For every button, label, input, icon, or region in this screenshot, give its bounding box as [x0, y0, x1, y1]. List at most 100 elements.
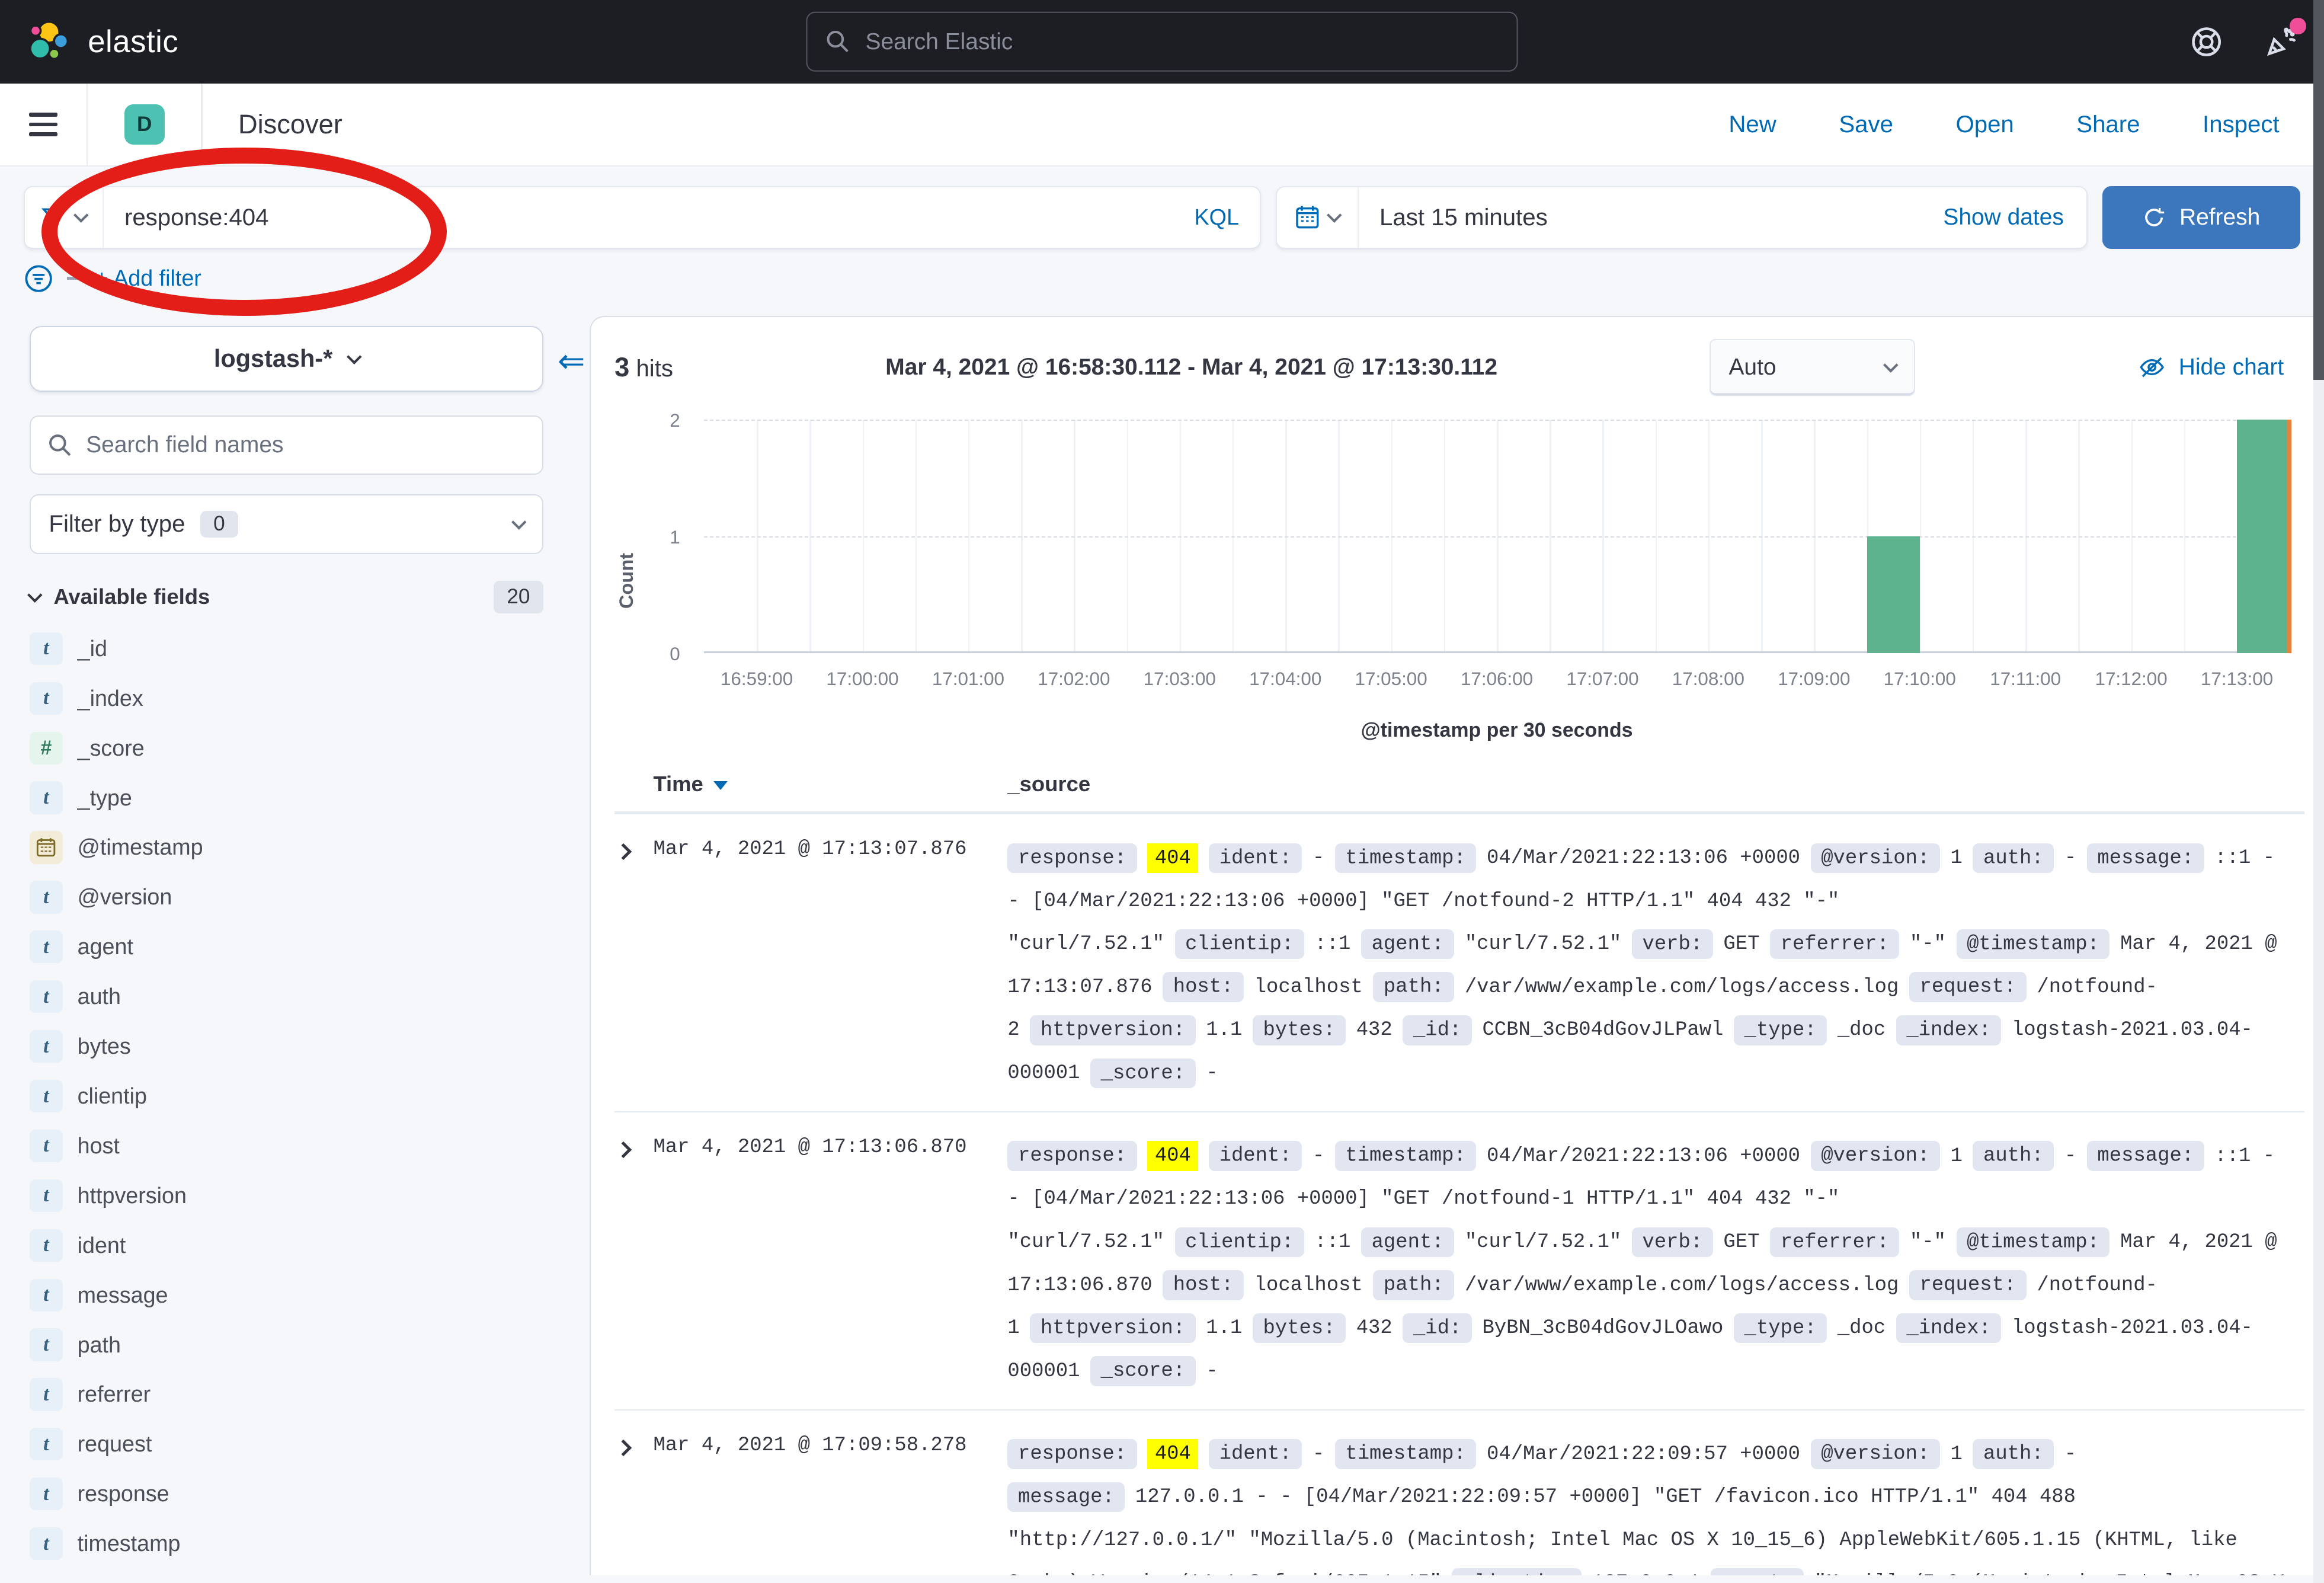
field-value: -	[1313, 1443, 1324, 1466]
kql-language-button[interactable]: KQL	[1195, 204, 1260, 230]
field-item-message[interactable]: t message	[30, 1270, 590, 1320]
field-item-bytes[interactable]: tbytes	[30, 1022, 590, 1072]
new-button[interactable]: New	[1728, 111, 1776, 138]
available-fields-header[interactable]: Available fields 20	[30, 581, 543, 613]
global-search-placeholder: Search Elastic	[865, 28, 1013, 55]
field-token: response:	[1007, 1141, 1137, 1171]
field-item-agent[interactable]: tagent	[30, 922, 590, 972]
table-body: Mar 4, 2021 @ 17:13:07.876response:404id…	[614, 814, 2304, 1575]
field-item-response[interactable]: tresponse	[30, 1469, 590, 1519]
field-value: "-"	[1910, 1231, 1946, 1253]
menu-button[interactable]	[29, 113, 57, 136]
field-token: _type:	[1734, 1313, 1827, 1344]
field-search-input[interactable]: Search field names	[30, 415, 543, 475]
field-token: ident:	[1209, 1141, 1302, 1171]
saved-query-menu-button[interactable]	[25, 187, 104, 248]
field-item-request[interactable]: t request	[30, 1419, 590, 1469]
field-item-ident[interactable]: tident	[30, 1220, 590, 1270]
field-value: ByBN_3cB04dGovJLOawo	[1482, 1317, 1723, 1339]
field-item-_score[interactable]: #_score	[30, 723, 590, 773]
field-item-host[interactable]: thost	[30, 1121, 590, 1171]
help-button[interactable]	[2190, 25, 2223, 58]
time-column-header[interactable]: Time	[653, 772, 1007, 797]
interval-value: Auto	[1728, 354, 1776, 380]
discover-app-badge[interactable]: D	[124, 104, 165, 145]
field-value: 1	[1950, 847, 1962, 869]
app-nav-bar: D Discover New Save Open Share Inspect	[0, 84, 2324, 167]
field-name: request	[78, 1431, 152, 1457]
text-field-icon: t	[30, 632, 62, 665]
field-value: GET	[1723, 933, 1759, 955]
field-value: 432	[1356, 1019, 1393, 1041]
text-field-icon: t	[30, 1428, 62, 1460]
table-row: Mar 4, 2021 @ 17:09:58.278response:404id…	[614, 1411, 2304, 1575]
field-token: @version:	[1811, 1439, 1940, 1469]
field-item-@timestamp[interactable]: @timestamp	[30, 823, 590, 872]
scrollbar-thumb[interactable]	[2313, 0, 2324, 380]
news-button[interactable]	[2265, 25, 2297, 58]
expand-row-icon[interactable]	[615, 1439, 632, 1456]
highlighted-value: 404	[1147, 1439, 1198, 1469]
x-tick: 17:01:00	[932, 669, 1004, 690]
field-token: request:	[1909, 1270, 2027, 1300]
expand-row-icon[interactable]	[615, 843, 632, 860]
open-button[interactable]: Open	[1955, 111, 2014, 138]
field-name: referrer	[78, 1381, 151, 1407]
hide-chart-button[interactable]: Hide chart	[2139, 354, 2284, 380]
interval-select[interactable]: Auto	[1710, 339, 1915, 395]
number-field-icon: #	[30, 732, 62, 765]
filter-by-type-select[interactable]: Filter by type 0	[30, 494, 543, 554]
query-input[interactable]: response:404 KQL	[24, 186, 1261, 249]
date-quick-select-button[interactable]	[1277, 187, 1359, 248]
filter-by-type-count-badge: 0	[200, 511, 239, 538]
histogram-chart[interactable]: Count 012 16:59:0017:00:0017:01:0017:02:…	[614, 420, 2304, 742]
calendar-icon	[1295, 204, 1320, 230]
field-item-httpversion[interactable]: thttpversion	[30, 1171, 590, 1220]
page-scrollbar[interactable]	[2313, 0, 2324, 1583]
field-item-timestamp[interactable]: ttimestamp	[30, 1519, 590, 1569]
field-item-_id[interactable]: t_id	[30, 623, 590, 673]
inspect-button[interactable]: Inspect	[2203, 111, 2280, 138]
field-value: GET	[1723, 1231, 1759, 1253]
field-item-clientip[interactable]: tclientip	[30, 1072, 590, 1121]
filter-separator	[67, 277, 82, 280]
documents-table: Time _source Mar 4, 2021 @ 17:13:07.876r…	[614, 772, 2304, 1575]
field-token: _id:	[1403, 1015, 1472, 1045]
time-range-value[interactable]: Last 15 minutes	[1359, 204, 1568, 231]
expand-row-icon[interactable]	[615, 1141, 632, 1158]
field-item-_type[interactable]: t_type	[30, 773, 590, 823]
row-time: Mar 4, 2021 @ 17:13:06.870	[653, 1135, 1007, 1393]
field-name: message	[78, 1283, 168, 1308]
field-token: httpversion:	[1030, 1313, 1195, 1344]
save-button[interactable]: Save	[1839, 111, 1893, 138]
x-tick: 17:05:00	[1355, 669, 1427, 690]
histogram-bar-17:09:30[interactable]	[1867, 536, 1920, 653]
field-item-auth[interactable]: tauth	[30, 972, 590, 1022]
filter-circle-icon[interactable]	[24, 264, 53, 293]
x-tick: 17:02:00	[1038, 669, 1110, 690]
show-dates-button[interactable]: Show dates	[1943, 204, 2086, 231]
index-pattern-select[interactable]: logstash-*	[30, 326, 543, 392]
field-token: message:	[2087, 1141, 2204, 1171]
refresh-button[interactable]: Refresh	[2102, 186, 2300, 249]
row-time: Mar 4, 2021 @ 17:13:07.876	[653, 837, 1007, 1095]
available-fields-label: Available fields	[53, 584, 210, 609]
histogram-bar-17:13:00[interactable]	[2237, 420, 2290, 653]
field-item-_index[interactable]: t_index	[30, 673, 590, 723]
field-item-@version[interactable]: t@version	[30, 872, 590, 922]
chart-plot-area: 012	[704, 420, 2290, 653]
collapse-sidebar-button[interactable]: ⇐	[558, 343, 585, 380]
add-filter-button[interactable]: + Add filter	[95, 266, 201, 291]
row-source: response:404ident:-timestamp:04/Mar/2021…	[1007, 1433, 2304, 1576]
field-value: 127.0.0.1 - - [04/Mar/2021:22:09:57 +000…	[1007, 1486, 2237, 1575]
share-button[interactable]: Share	[2076, 111, 2140, 138]
field-item-referrer[interactable]: treferrer	[30, 1370, 590, 1419]
field-value: 1	[1950, 1443, 1962, 1466]
global-search-input[interactable]: Search Elastic	[806, 12, 1518, 72]
text-field-icon: t	[30, 1279, 62, 1312]
field-token: _score:	[1090, 1356, 1196, 1386]
elastic-logo[interactable]: elastic	[27, 20, 178, 64]
text-field-icon: t	[30, 781, 62, 814]
field-token: auth:	[1973, 843, 2054, 874]
field-item-path[interactable]: tpath	[30, 1320, 590, 1370]
